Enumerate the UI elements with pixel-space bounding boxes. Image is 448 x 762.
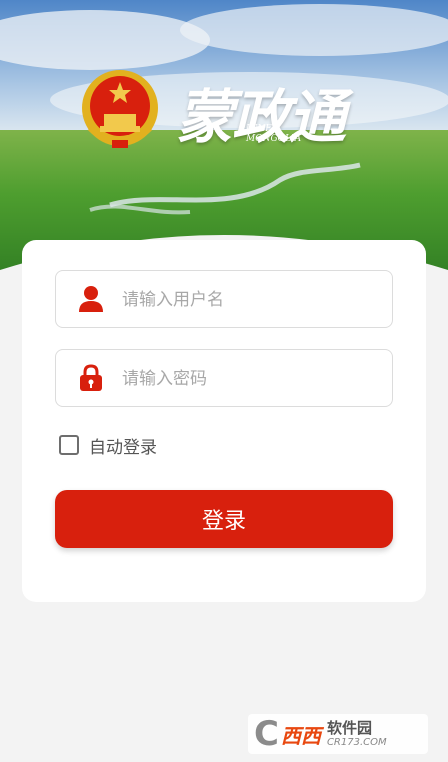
watermark-text: 软件园 CR173.COM <box>326 718 387 749</box>
inner-line-1: INNER <box>246 124 279 134</box>
user-icon <box>79 286 103 312</box>
watermark-url: CR173.COM <box>326 736 387 748</box>
auto-login-checkbox[interactable] <box>59 435 79 455</box>
auto-login-toggle[interactable]: 自动登录 <box>59 432 157 458</box>
username-input[interactable] <box>120 271 384 329</box>
inner-mongolia-caption: INNER MONGOLIA <box>246 124 301 144</box>
login-button[interactable]: 登录 <box>55 490 393 548</box>
watermark-logo-icon: C <box>254 714 279 754</box>
watermark-suffix: 软件园 <box>326 718 372 737</box>
username-field <box>55 270 393 329</box>
lock-icon <box>80 364 102 391</box>
auto-login-label: 自动登录 <box>89 437 157 458</box>
watermark-brand: 西西 <box>280 723 321 748</box>
login-card: 自动登录 登录 <box>22 240 426 602</box>
inner-line-2: MONGOLIA <box>246 134 302 144</box>
password-field <box>55 349 393 408</box>
app-logo: 蒙政通 INNER MONGOLIA <box>176 66 376 162</box>
password-input[interactable] <box>120 350 384 408</box>
watermark: C 西西 软件园 CR173.COM <box>248 714 428 754</box>
national-emblem-icon <box>82 70 158 148</box>
